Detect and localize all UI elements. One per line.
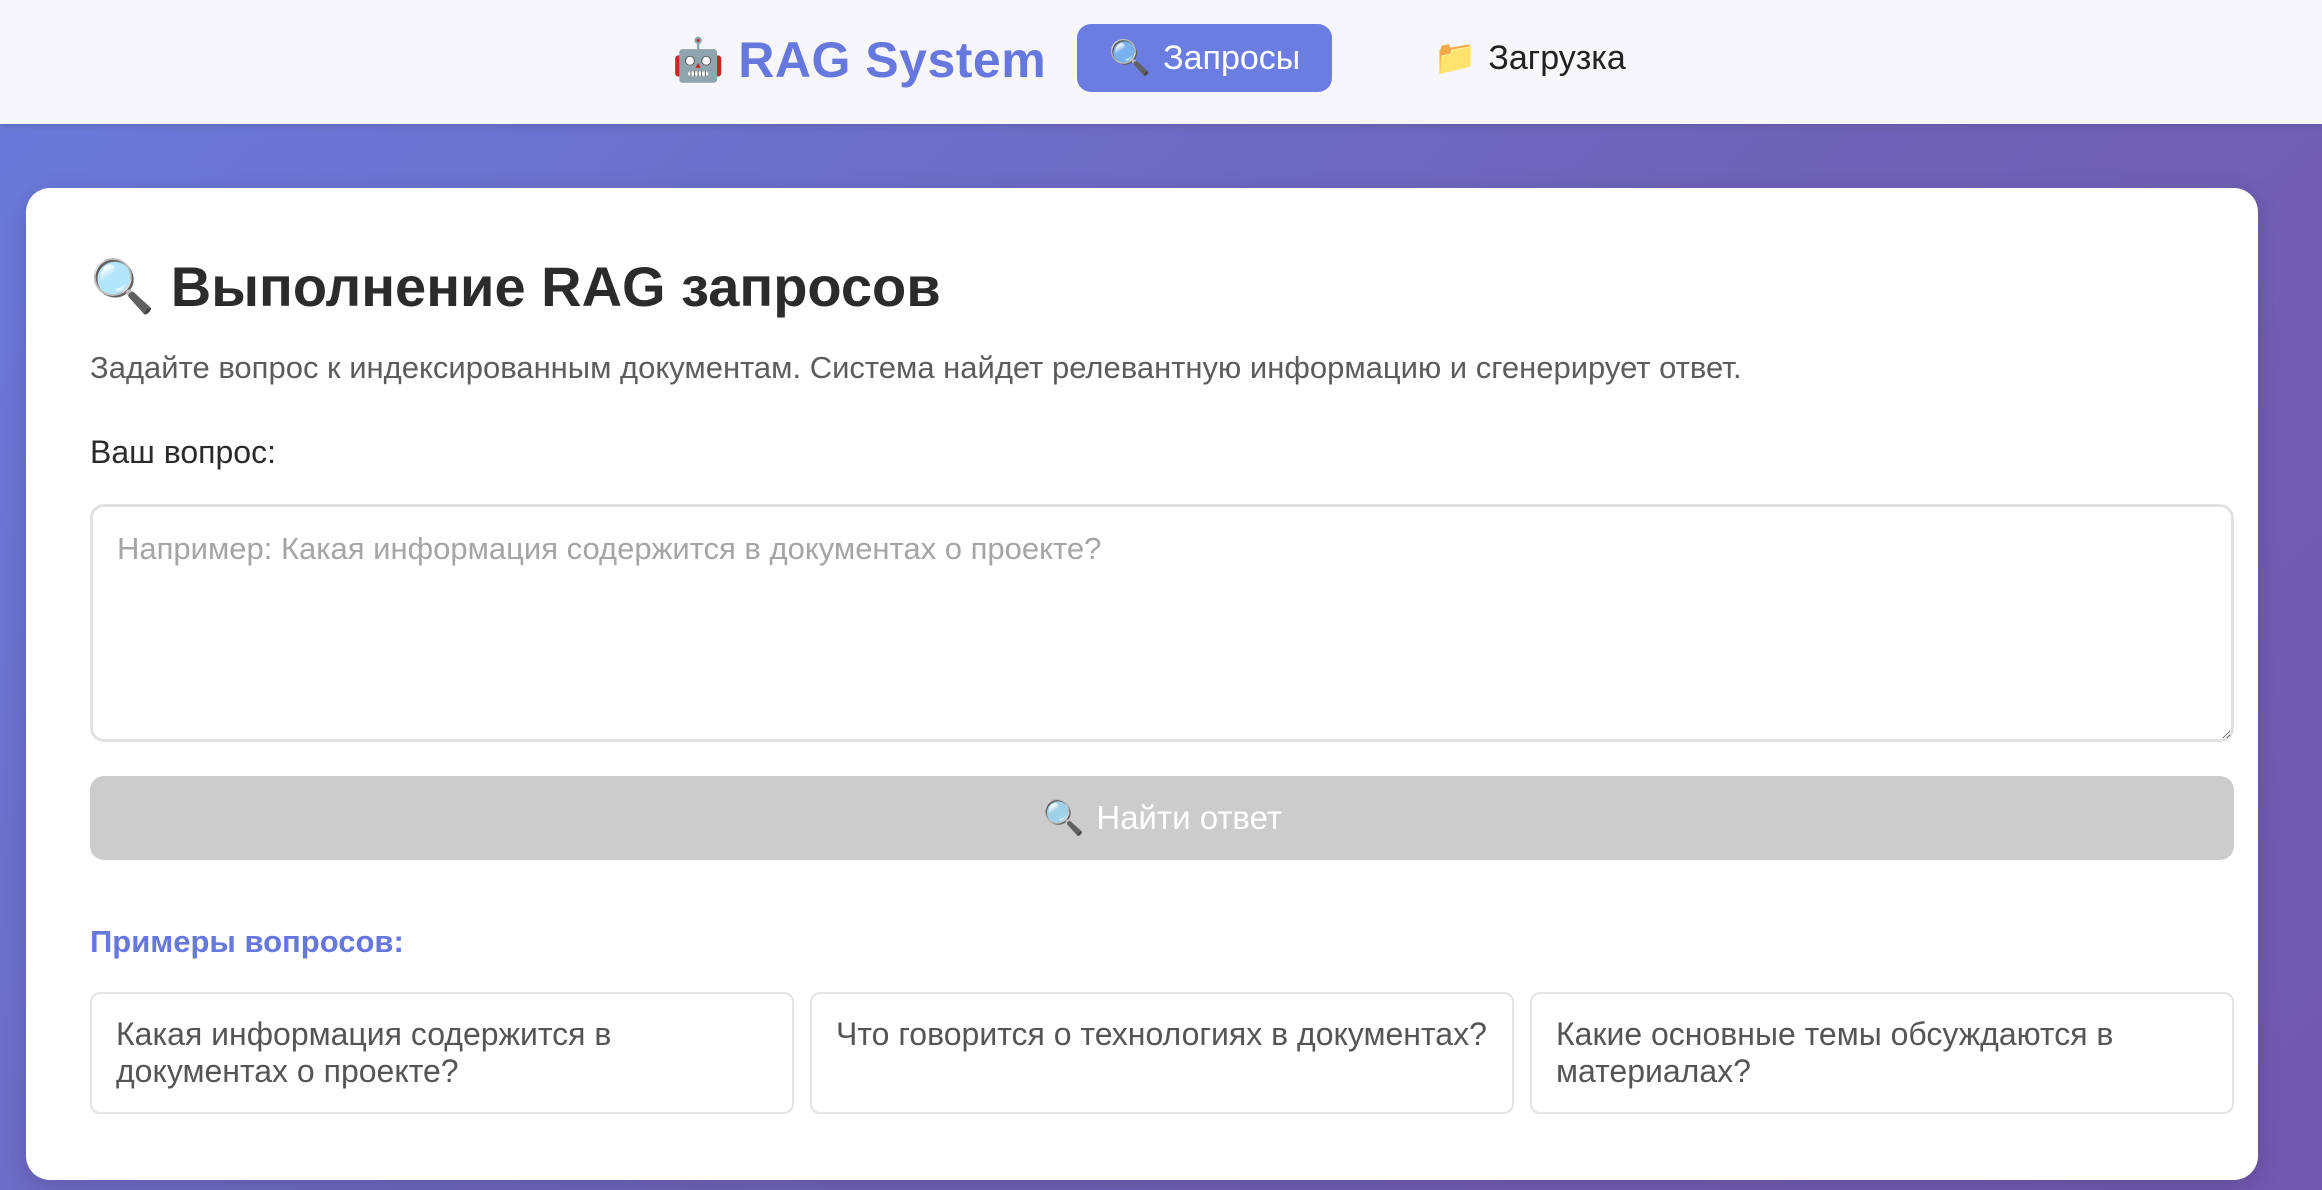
examples-heading: Примеры вопросов: (90, 924, 404, 959)
folder-icon: 📁 (1434, 39, 1477, 77)
brand-title: RAG System (738, 32, 1047, 88)
query-panel: 🔍 Выполнение RAG запросов Задайте вопрос… (26, 188, 2258, 1180)
example-questions: Какая информация содержится в документах… (90, 992, 2234, 1114)
find-answer-button[interactable]: 🔍 Найти ответ (90, 776, 2234, 860)
magnifier-icon: 🔍 (90, 257, 155, 316)
tab-upload[interactable]: 📁 Загрузка (1426, 24, 1634, 92)
example-question[interactable]: Какие основные темы обсуждаются в матери… (1530, 992, 2234, 1114)
brand[interactable]: 🤖 RAG System (672, 28, 1046, 92)
top-navigation-bar: 🤖 RAG System 🔍 Запросы 📁 Загрузка (0, 0, 2322, 124)
example-question[interactable]: Какая информация содержится в документах… (90, 992, 794, 1114)
find-answer-label: Найти ответ (1096, 799, 1282, 836)
magnifier-icon: 🔍 (1042, 799, 1085, 837)
page-title: 🔍 Выполнение RAG запросов (90, 254, 941, 319)
example-question[interactable]: Что говорится о технологиях в документах… (810, 992, 1514, 1114)
robot-icon: 🤖 (672, 36, 725, 83)
question-label: Ваш вопрос: (90, 434, 276, 470)
page-description: Задайте вопрос к индексированным докумен… (90, 350, 1742, 385)
tab-upload-label: Загрузка (1488, 38, 1626, 77)
page-title-text: Выполнение RAG запросов (170, 255, 941, 318)
magnifier-icon: 🔍 (1108, 39, 1152, 77)
question-input[interactable] (90, 504, 2234, 742)
tab-queries-label: Запросы (1163, 38, 1301, 77)
tab-queries[interactable]: 🔍 Запросы (1077, 24, 1332, 92)
